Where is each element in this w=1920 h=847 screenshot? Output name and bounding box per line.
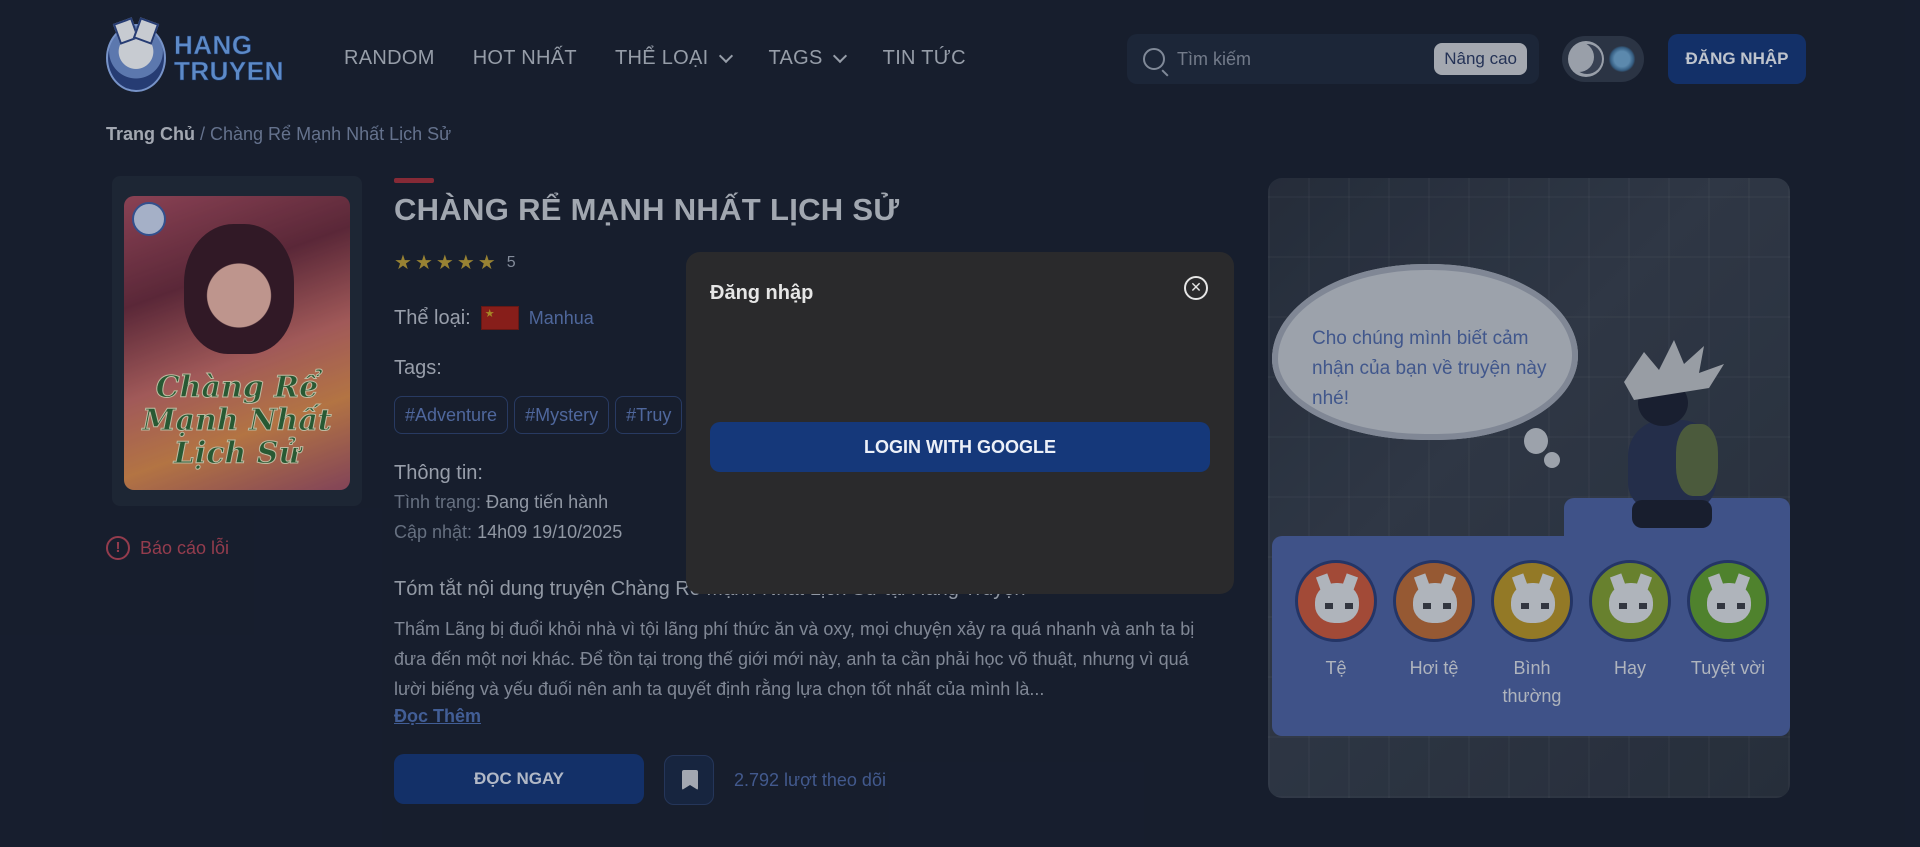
modal-title: Đăng nhập: [710, 282, 814, 304]
login-with-google-button[interactable]: LOGIN WITH GOOGLE: [710, 422, 1210, 472]
login-modal: Đăng nhập ✕ LOGIN WITH GOOGLE: [686, 252, 1234, 594]
close-icon[interactable]: ✕: [1184, 276, 1208, 300]
